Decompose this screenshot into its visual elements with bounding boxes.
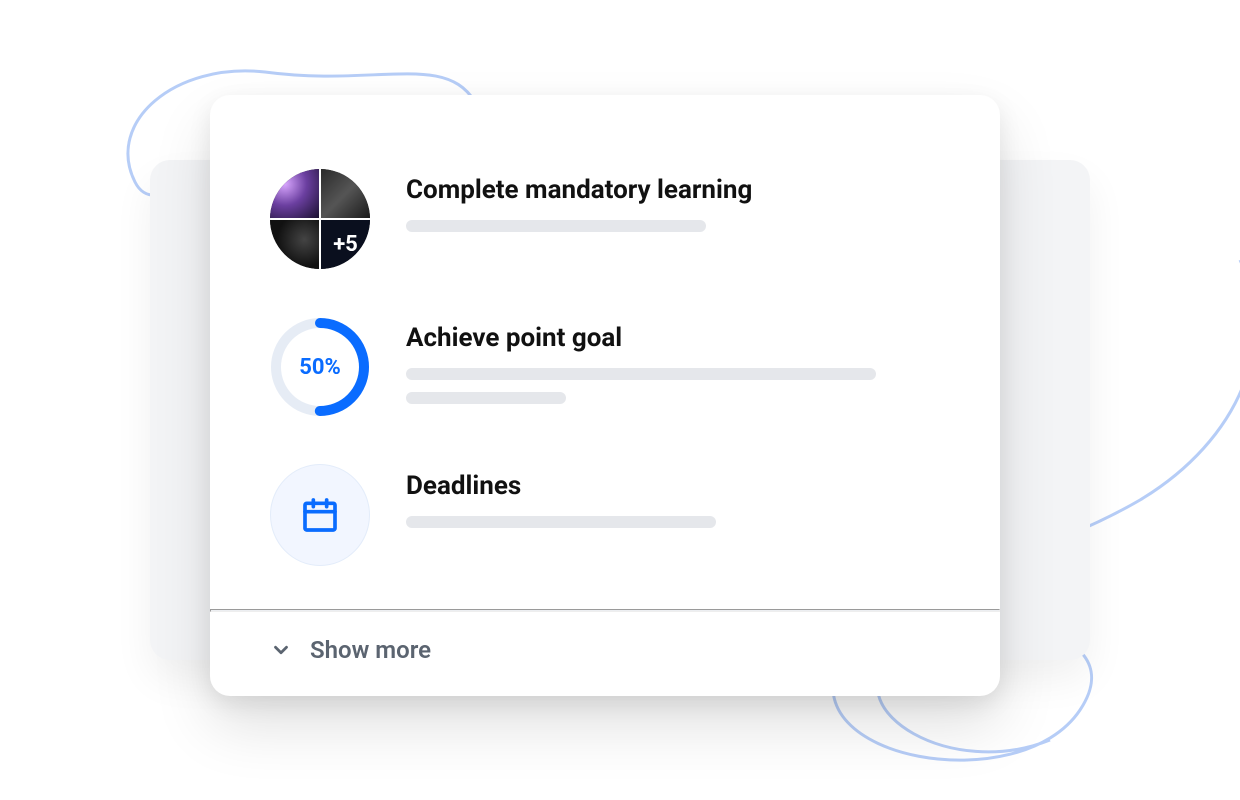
avatar-overflow-badge: +5 — [321, 220, 370, 269]
show-more-button[interactable]: Show more — [210, 612, 1000, 696]
task-title: Achieve point goal — [406, 323, 940, 354]
task-row-mandatory-learning[interactable]: +5 Complete mandatory learning — [270, 145, 940, 293]
task-title: Complete mandatory learning — [406, 175, 940, 206]
placeholder-line — [406, 368, 876, 380]
stacked-avatars-icon: +5 — [270, 169, 370, 269]
progress-ring-label: 50% — [270, 317, 370, 417]
chevron-down-icon — [270, 639, 292, 661]
progress-ring-icon: 50% — [270, 317, 370, 417]
task-title: Deadlines — [406, 471, 940, 502]
task-row-point-goal[interactable]: 50% Achieve point goal — [270, 293, 940, 441]
placeholder-line — [406, 516, 716, 528]
show-more-label: Show more — [310, 636, 431, 664]
task-list: +5 Complete mandatory learning — [210, 95, 1000, 609]
placeholder-line — [406, 220, 706, 232]
placeholder-line — [406, 392, 566, 404]
task-row-deadlines[interactable]: Deadlines — [270, 441, 940, 589]
calendar-icon — [270, 464, 370, 566]
task-card: +5 Complete mandatory learning — [210, 95, 1000, 696]
